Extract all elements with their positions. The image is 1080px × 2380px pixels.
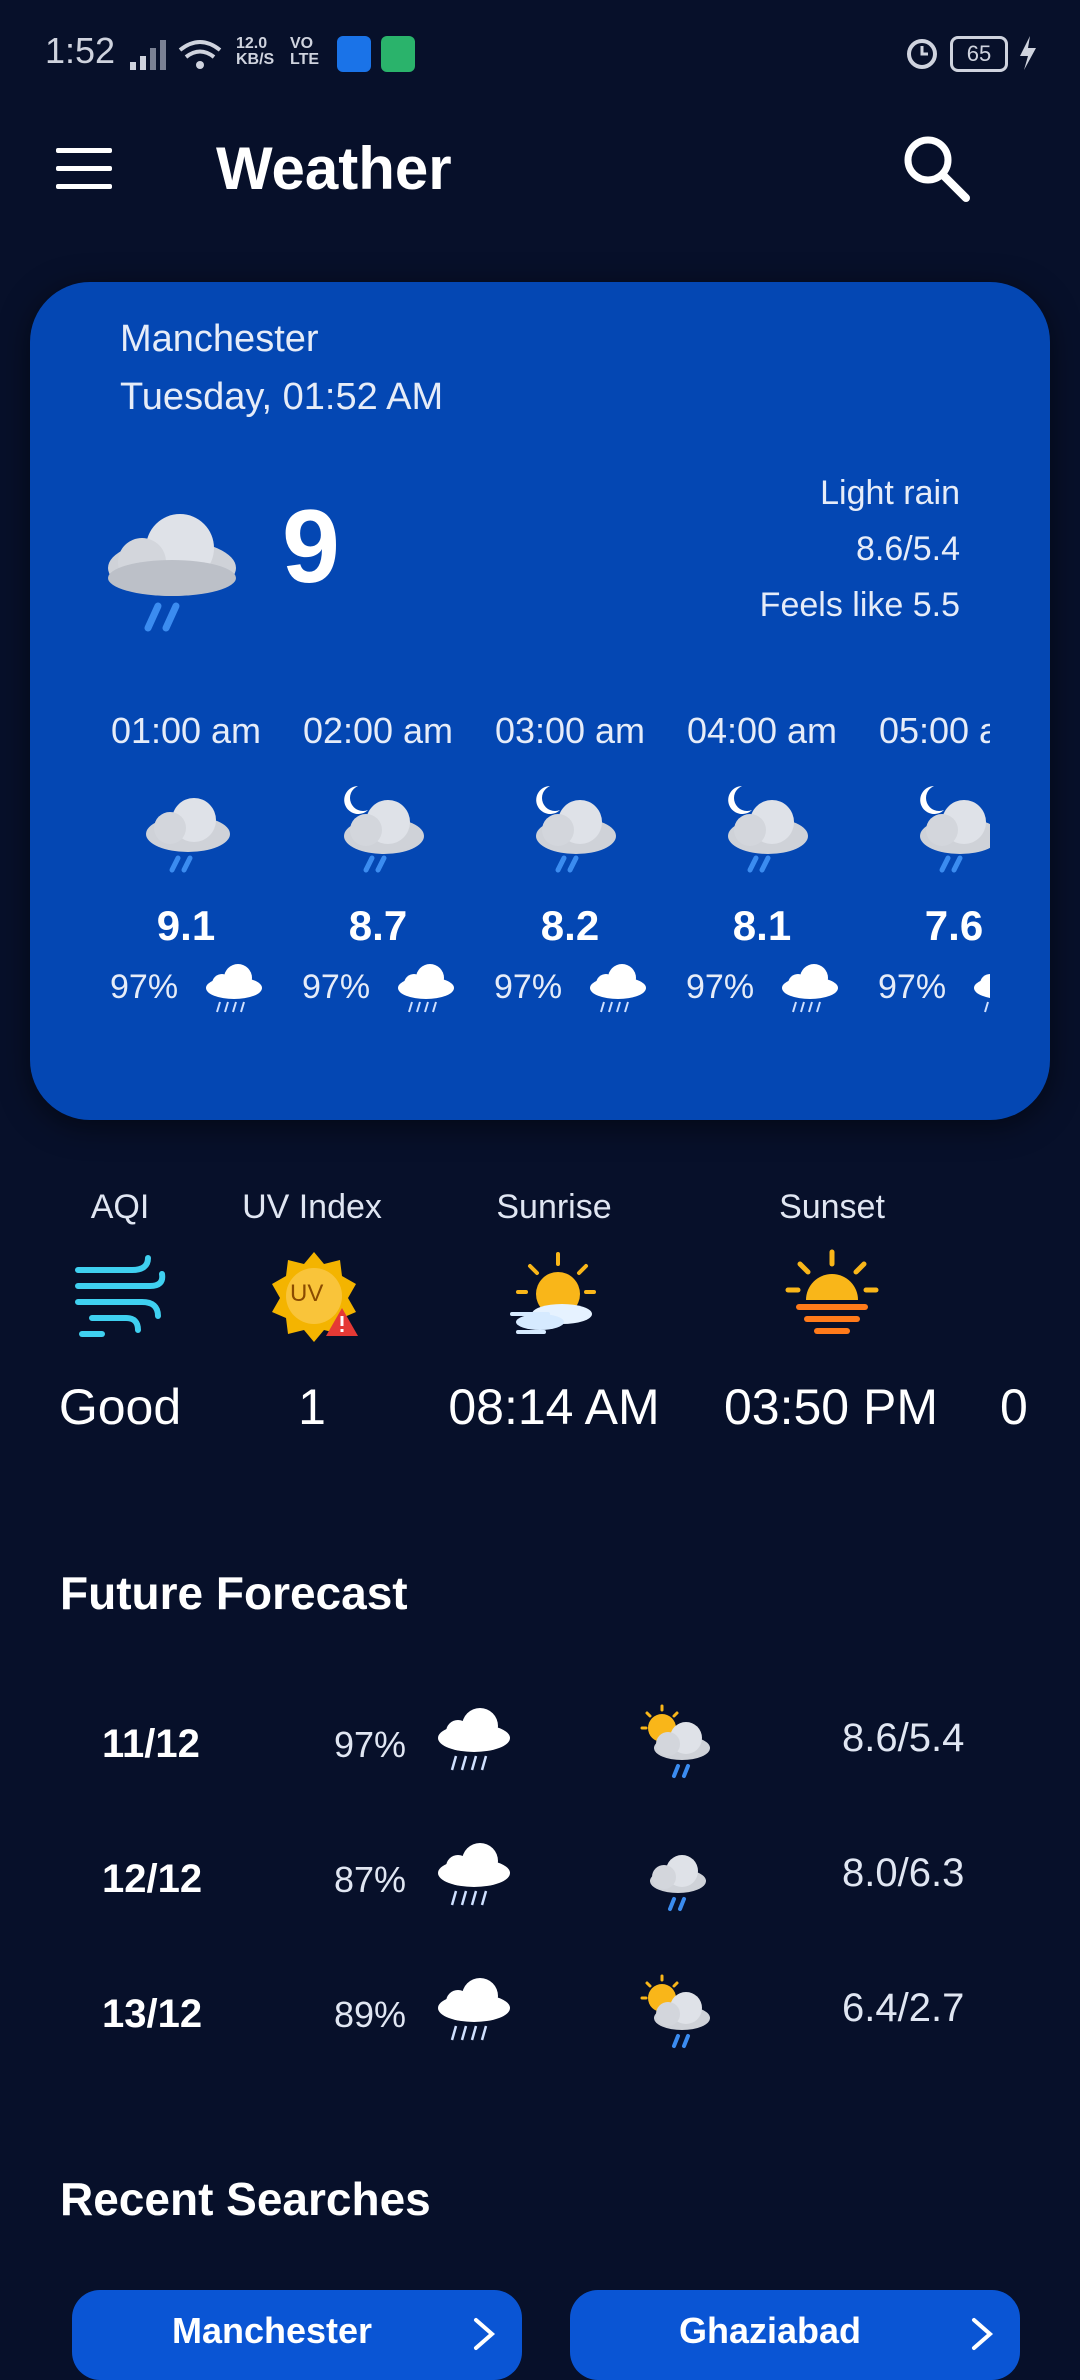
rain-cloud-icon — [146, 798, 230, 873]
hourly-item: 03:00 am 8.2 97% — [474, 700, 666, 1030]
forecast-date: 13/12 — [102, 1992, 203, 2036]
menu-icon[interactable] — [56, 148, 112, 192]
usb-icon — [337, 36, 371, 72]
alarm-icon — [907, 39, 937, 69]
net-speed: 12.0 KB/S — [236, 35, 275, 68]
forecast-high-low: 6.4/2.7 — [842, 1986, 965, 2030]
recent-search-label: Manchester — [171, 2310, 373, 2351]
city-name: Manchester — [120, 318, 319, 360]
signal-wifi-icon — [130, 40, 222, 70]
hourly-item: 01:00 am 9.1 97% — [90, 700, 282, 1030]
night-rain-cloud-icon — [920, 786, 990, 873]
hour-time: 05:00 am — [878, 710, 990, 751]
sunset-value: 03:50 PM — [723, 1379, 938, 1435]
battery-indicator: 65 — [950, 36, 1008, 72]
feels-like: Feels like 5.5 — [759, 586, 960, 624]
forecast-humidity: 89% — [334, 1994, 407, 2035]
hour-time: 02:00 am — [302, 710, 454, 751]
status-time: 1:52 — [45, 30, 116, 71]
volte-indicator: VO LTE — [290, 35, 320, 68]
rain-icon — [438, 1978, 510, 2041]
sunrise-label: Sunrise — [496, 1188, 612, 1226]
high-low-temp: 8.6/5.4 — [856, 530, 960, 568]
hour-temp: 7.6 — [924, 902, 984, 949]
chevron-right-icon — [972, 2318, 994, 2350]
hourly-item: 05:00 am 7.6 97% — [858, 700, 990, 1030]
next-info-value: 0 — [1000, 1379, 1028, 1435]
forecast-row[interactable]: 13/12 89% 6.4/2.7 — [0, 1964, 1080, 2084]
status-bar: 1:52 12.0 KB/S VO LTE 65 — [0, 0, 1080, 110]
forecast-humidity: 87% — [334, 1859, 407, 1900]
forecast-high-low: 8.6/5.4 — [842, 1716, 965, 1760]
hour-temp: 8.1 — [732, 902, 792, 949]
uv-icon-text: UV — [290, 1280, 324, 1307]
aqi-value: Good — [58, 1379, 182, 1435]
hour-humidity: 97% — [110, 968, 179, 1006]
hour-time: 03:00 am — [494, 710, 646, 751]
current-temperature: 9 — [282, 489, 340, 605]
rain-cloud-icon — [650, 1855, 706, 1911]
page-title: Weather — [216, 135, 452, 202]
sunset-icon — [785, 1249, 879, 1334]
forecast-title: Future Forecast — [60, 1567, 408, 1619]
sunset-label: Sunset — [779, 1188, 885, 1226]
sunrise-icon — [510, 1252, 596, 1334]
recent-search-button[interactable]: Manchester — [72, 2290, 522, 2380]
forecast-high-low: 8.0/6.3 — [842, 1851, 965, 1895]
hour-temp: 8.2 — [540, 902, 600, 949]
partly-cloudy-rain-icon — [640, 1704, 710, 1778]
hour-temp: 9.1 — [156, 902, 216, 949]
rain-icon — [438, 1708, 510, 1771]
uv-value: 1 — [298, 1379, 326, 1435]
rain-icon — [206, 964, 262, 1013]
hourly-item: 02:00 am 8.7 97% — [282, 700, 474, 1030]
hour-humidity: 97% — [878, 968, 947, 1006]
recent-searches-title: Recent Searches — [60, 2173, 431, 2225]
forecast-date: 11/12 — [102, 1722, 200, 1766]
uv-label: UV Index — [242, 1188, 382, 1226]
hour-time: 04:00 am — [686, 710, 838, 751]
forecast-date: 12/12 — [102, 1857, 203, 1901]
chevron-right-icon — [474, 2318, 496, 2350]
uv-icon: UV — [266, 1248, 362, 1344]
weather-condition: Light rain — [820, 474, 960, 512]
wind-icon — [75, 1255, 166, 1337]
recent-search-button[interactable]: Ghaziabad — [570, 2290, 1020, 2380]
hour-humidity: 97% — [686, 968, 755, 1006]
rain-icon — [974, 974, 990, 1013]
rain-cloud-icon — [108, 514, 236, 632]
rain-icon — [398, 964, 454, 1013]
current-datetime: Tuesday, 01:52 AM — [120, 376, 444, 418]
app-notification-icon — [381, 36, 415, 72]
search-icon[interactable] — [898, 130, 974, 206]
forecast-row[interactable]: 12/12 87% 8.0/6.3 — [0, 1829, 1080, 1949]
aqi-label: AQI — [90, 1188, 150, 1226]
hour-time: 01:00 am — [110, 710, 262, 751]
rain-icon — [590, 964, 646, 1013]
night-rain-cloud-icon — [728, 786, 808, 873]
forecast-row[interactable]: 11/12 97% 8.6/5.4 — [0, 1694, 1080, 1814]
charging-icon — [1020, 36, 1036, 70]
hour-humidity: 97% — [302, 968, 371, 1006]
rain-icon — [438, 1843, 510, 1906]
hour-humidity: 97% — [494, 968, 563, 1006]
hour-temp: 8.7 — [348, 902, 408, 949]
recent-search-label: Ghaziabad — [678, 2310, 862, 2351]
night-rain-cloud-icon — [536, 786, 616, 873]
forecast-humidity: 97% — [334, 1724, 407, 1765]
night-rain-cloud-icon — [344, 786, 424, 873]
partly-cloudy-rain-icon — [640, 1974, 710, 2048]
sunrise-value: 08:14 AM — [448, 1379, 660, 1435]
hourly-forecast-list[interactable]: 01:00 am 9.1 97% 02:00 am 8.7 97% 03:00 … — [90, 700, 990, 1030]
rain-icon — [782, 964, 838, 1013]
hourly-item: 04:00 am 8.1 97% — [666, 700, 858, 1030]
